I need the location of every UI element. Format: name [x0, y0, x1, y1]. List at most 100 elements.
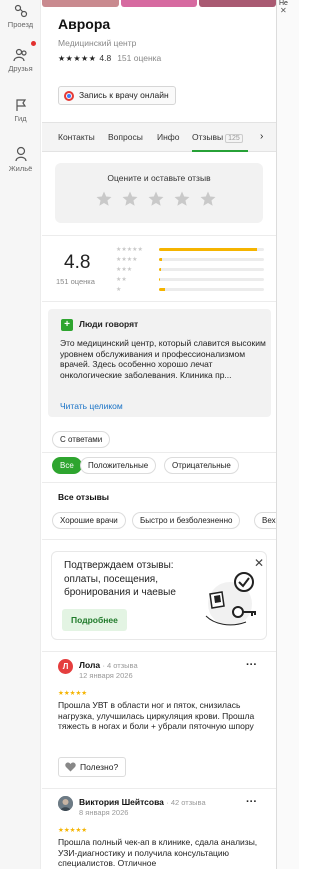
- review-date: 12 января 2026: [79, 671, 133, 680]
- divider: [42, 788, 276, 789]
- guide-flag-icon: [15, 99, 26, 111]
- people-say-text: Это медицинский центр, который славится …: [60, 338, 266, 380]
- book-doctor-label: Запись к врачу онлайн: [79, 90, 169, 100]
- promo-details-button[interactable]: Подробнее: [62, 609, 127, 631]
- rate-prompt-label: Оцените и оставьте отзыв: [107, 173, 211, 183]
- tab-reviews-label: Отзывы: [192, 132, 224, 142]
- rate-star-5-icon[interactable]: [199, 190, 217, 208]
- rating-distribution: ★★★★★ ★★★★ ★★★ ★★ ★: [116, 246, 264, 296]
- review-author-meta: · 42 отзыва: [166, 798, 206, 807]
- rating-stars-icon: ★★★★★: [58, 53, 97, 63]
- topic-chip-fast-painless[interactable]: Быстро и безболезненно: [132, 512, 241, 529]
- distribution-bar-fill: [159, 268, 162, 271]
- review-author[interactable]: Лола · 4 отзыва: [79, 660, 138, 670]
- left-rail: Проезд Друзья Гид Жильё: [0, 0, 41, 869]
- topic-chip-good-doctors[interactable]: Хорошие врачи: [52, 512, 126, 529]
- avatar[interactable]: [58, 796, 73, 811]
- rate-star-1-icon[interactable]: [95, 190, 113, 208]
- promo-card: Подтверждаем отзывы: оплаты, посещения, …: [51, 551, 267, 640]
- distribution-row: ★★★★★: [116, 246, 264, 256]
- org-title: Аврора: [58, 16, 111, 32]
- org-panel: Аврора Медицинский центр ★★★★★ 4.8 151 о…: [42, 0, 276, 869]
- user-photo-icon: [58, 796, 73, 811]
- book-doctor-button[interactable]: Запись к врачу онлайн: [58, 86, 176, 105]
- tab-bar: Контакты Вопросы Инфо Отзывы 125 ›: [42, 122, 276, 152]
- distribution-bar-fill: [159, 278, 161, 281]
- rail-label-friends: Друзья: [8, 64, 33, 73]
- photo-thumb[interactable]: [120, 0, 198, 7]
- rail-item-housing[interactable]: Жильё: [0, 146, 41, 173]
- rate-prompt-box: Оцените и оставьте отзыв: [55, 163, 263, 223]
- distribution-row: ★: [116, 286, 264, 296]
- rail-label-route: Проезд: [7, 20, 34, 29]
- topic-chip-more[interactable]: Вех: [254, 512, 276, 529]
- avatar[interactable]: Л: [58, 659, 73, 674]
- filter-negative[interactable]: Отрицательные: [164, 457, 239, 474]
- review-author-meta: · 4 отзыва: [102, 661, 138, 670]
- booking-logo-icon: [64, 91, 74, 101]
- rate-stars: [95, 190, 217, 208]
- read-more-link[interactable]: Читать целиком: [60, 401, 123, 411]
- people-say-box: + Люди говорят Это медицинский центр, ко…: [48, 309, 271, 417]
- photo-gallery[interactable]: [42, 0, 276, 7]
- review-text: Прошла УВТ в области ног и пяток, снизил…: [58, 700, 255, 732]
- distribution-row: ★★★: [116, 266, 264, 276]
- more-options-icon[interactable]: ···: [246, 659, 257, 671]
- distribution-bar-fill: [159, 248, 257, 251]
- review-author[interactable]: Виктория Шейтсова · 42 отзыва: [79, 797, 206, 807]
- useful-label: Полезно?: [80, 762, 119, 772]
- filter-with-answers[interactable]: С ответами: [52, 431, 111, 448]
- people-say-title: Люди говорят: [79, 319, 139, 329]
- distribution-bar: [159, 288, 264, 291]
- org-rating-count: 151 оценка: [117, 53, 162, 63]
- chevron-right-icon[interactable]: ›: [260, 131, 263, 142]
- heart-icon: [65, 762, 76, 772]
- divider: [42, 235, 276, 236]
- distribution-bar: [159, 278, 264, 281]
- filter-all[interactable]: Все: [52, 457, 82, 474]
- useful-button[interactable]: Полезно?: [58, 757, 127, 777]
- rail-item-route[interactable]: Проезд: [0, 4, 41, 29]
- rate-star-4-icon[interactable]: [173, 190, 191, 208]
- rate-star-2-icon[interactable]: [121, 190, 139, 208]
- divider: [42, 539, 276, 540]
- distribution-row: ★★★★: [116, 256, 264, 266]
- divider: [42, 651, 276, 652]
- distribution-bar-fill: [159, 288, 166, 291]
- org-category: Медицинский центр: [58, 38, 137, 48]
- housing-icon: [14, 146, 27, 162]
- ai-summary-icon: +: [61, 319, 73, 331]
- notification-dot: [31, 41, 36, 46]
- org-rating-value: 4.8: [99, 53, 112, 63]
- distribution-stars-icon: ★★★: [116, 267, 133, 273]
- rail-item-friends[interactable]: Друзья: [0, 48, 41, 73]
- distribution-bar: [159, 258, 264, 261]
- rail-item-guide[interactable]: Гид: [0, 98, 41, 123]
- photo-thumb[interactable]: [42, 0, 119, 7]
- tab-questions[interactable]: Вопросы: [108, 132, 143, 142]
- tab-reviews[interactable]: Отзывы 125: [192, 132, 243, 143]
- friends-icon: [12, 48, 27, 62]
- divider: [42, 452, 276, 453]
- rate-star-3-icon[interactable]: [147, 190, 165, 208]
- filter-positive[interactable]: Положительные: [80, 457, 157, 474]
- distribution-bar: [159, 268, 264, 271]
- rail-label-housing: Жильё: [8, 164, 33, 173]
- org-rating-row[interactable]: ★★★★★ 4.8 151 оценка: [58, 53, 161, 63]
- promo-text: Подтверждаем отзывы: оплаты, посещения, …: [64, 560, 176, 598]
- photo-thumb[interactable]: [199, 0, 276, 7]
- tab-contacts[interactable]: Контакты: [58, 132, 95, 142]
- close-icon[interactable]: ✕: [280, 6, 287, 15]
- review-stars-icon: ★★★★★: [58, 690, 88, 697]
- all-reviews-title: Все отзывы: [58, 492, 110, 502]
- divider: [42, 301, 276, 302]
- verified-illustration-icon: [205, 572, 256, 626]
- tab-reviews-badge: 125: [225, 134, 243, 143]
- divider: [42, 482, 276, 483]
- review-stars-icon: ★★★★★: [58, 827, 88, 834]
- right-strip: Не ✕: [276, 0, 299, 869]
- distribution-stars-icon: ★★: [116, 277, 127, 283]
- tab-info[interactable]: Инфо: [157, 132, 180, 142]
- more-options-icon[interactable]: ···: [246, 796, 257, 808]
- summary-score: 4.8: [64, 252, 91, 273]
